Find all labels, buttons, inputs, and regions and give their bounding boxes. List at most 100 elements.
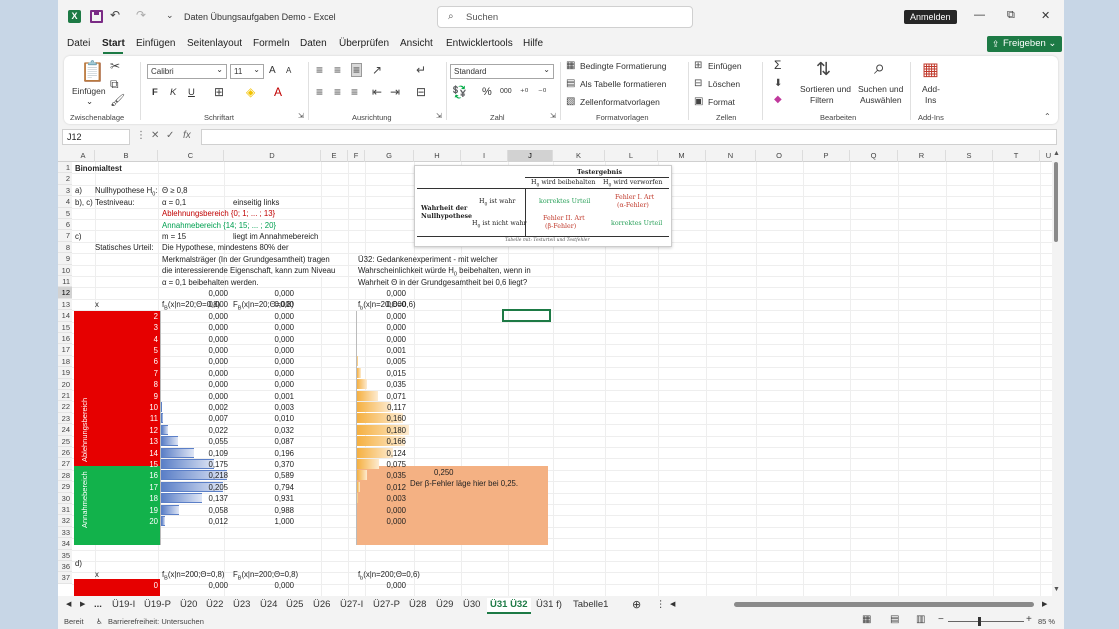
cell-x-value[interactable]: 13 <box>118 436 158 447</box>
row-header-30[interactable]: 30 <box>58 492 72 504</box>
cell-Fb-value[interactable]: 0,001 <box>258 391 294 402</box>
row-header-27[interactable]: 27 <box>58 458 72 470</box>
row-header-13[interactable]: 13 <box>58 298 72 311</box>
cell-Fb-value[interactable]: 0,003 <box>258 402 294 413</box>
conditional-format-button[interactable]: Bedingte Formatierung <box>580 61 666 71</box>
cell-Fb-value[interactable]: 0,000 <box>258 345 294 356</box>
row-header-36[interactable]: 36 <box>58 561 72 573</box>
cell-c4[interactable]: α = 0,1 <box>162 197 186 208</box>
cell-fb-value[interactable]: 0,218 <box>188 470 228 481</box>
cell-a7[interactable]: c) <box>75 231 82 242</box>
sheet-tab-u19-i[interactable]: Ü19-I <box>112 598 135 612</box>
normal-view-icon[interactable]: ▦ <box>862 614 871 625</box>
column-header-k[interactable]: K <box>553 150 605 162</box>
cell-fb06-value[interactable]: 0,000 <box>368 322 406 333</box>
cell-x-value[interactable]: 3 <box>118 322 158 333</box>
delete-cells-icon[interactable]: ⊟ <box>694 78 702 90</box>
row-header-12[interactable]: 12 <box>58 287 72 299</box>
border-icon[interactable]: ⊞ <box>214 86 224 98</box>
accounting-format-icon[interactable]: 💱 <box>452 86 467 98</box>
cell-Fb-value[interactable]: 0,589 <box>258 470 294 481</box>
cell-Fb-value[interactable]: 0,988 <box>258 505 294 516</box>
shrink-font-button[interactable]: A <box>286 66 291 75</box>
italic-button[interactable]: K <box>170 87 176 98</box>
cell-fb-value[interactable]: 0,000 <box>188 356 228 367</box>
tab-start[interactable]: Start <box>102 38 125 49</box>
column-header-h[interactable]: H <box>414 150 461 162</box>
row-header-10[interactable]: 10 <box>58 264 72 276</box>
cell-Fb-value[interactable]: 0,794 <box>258 482 294 493</box>
add-sheet-icon[interactable]: ⊕ <box>632 598 641 612</box>
cell-fb-value[interactable]: 0,007 <box>188 413 228 424</box>
cell-c3[interactable]: Θ ≥ 0,8 <box>162 185 188 196</box>
collapse-ribbon-icon[interactable]: ⌃ <box>1044 111 1051 123</box>
cell-fb06-value[interactable]: 0,035 <box>368 470 406 481</box>
sheet-tab-u29[interactable]: Ü29 <box>436 598 453 612</box>
cell-fb06-value[interactable]: 0,075 <box>368 459 406 470</box>
increase-decimal-icon[interactable]: ⁺⁰ <box>520 86 528 98</box>
cell-fb-value[interactable]: 0,000 <box>188 311 228 322</box>
column-header-f[interactable]: F <box>348 150 365 162</box>
cell-c7[interactable]: m = 15 <box>162 231 186 242</box>
cell-fb-value[interactable]: 0,109 <box>188 448 228 459</box>
row-header-15[interactable]: 15 <box>58 321 72 333</box>
cell-fb-value[interactable]: 0,205 <box>188 482 228 493</box>
next-sheet-icon[interactable]: ▶ <box>80 598 85 612</box>
sheet-tab-u31-f[interactable]: Ü31 f) <box>536 598 562 612</box>
sort-filter-label[interactable]: Sortieren und <box>800 84 851 94</box>
cell-fb06-value[interactable]: 0,117 <box>368 402 406 413</box>
column-header-j[interactable]: J <box>508 150 553 162</box>
underline-button[interactable]: U <box>188 87 195 98</box>
copy-icon[interactable]: ⧉ <box>110 78 119 90</box>
row-header-19[interactable]: 19 <box>58 367 72 379</box>
align-left-icon[interactable]: ≡ <box>316 86 323 98</box>
sheet-tab-u28[interactable]: Ü28 <box>409 598 426 612</box>
hscroll-right-icon[interactable]: ▶ <box>1042 598 1047 612</box>
sheet-tab-u31-u32[interactable]: Ü31 Ü32 <box>487 598 531 614</box>
column-header-o[interactable]: O <box>756 150 803 162</box>
column-header-g[interactable]: G <box>365 150 414 162</box>
column-header-i[interactable]: I <box>461 150 508 162</box>
align-top-icon[interactable]: ≡ <box>316 64 323 76</box>
cell-fb06-value[interactable]: 0,166 <box>368 436 406 447</box>
cell-fb-value[interactable]: 0,012 <box>188 516 228 527</box>
cell-fb06-value[interactable]: 0,000 <box>368 288 406 299</box>
cell-fb-value[interactable]: 0,000 <box>188 334 228 345</box>
clear-icon[interactable]: ◆ <box>774 94 782 106</box>
row-header-17[interactable]: 17 <box>58 344 72 356</box>
cell-d7[interactable]: liegt im Annahmebereich <box>233 231 318 242</box>
cell-x-value[interactable]: 18 <box>118 493 158 504</box>
cell-a4[interactable]: b), c) <box>75 197 93 208</box>
cell-Fb-value[interactable]: 0,000 <box>258 311 294 322</box>
alignment-dialog-launcher-icon[interactable]: ⇲ <box>436 111 442 123</box>
cell-x-value[interactable]: 4 <box>118 334 158 345</box>
redo-icon[interactable]: ↷ <box>136 8 146 22</box>
row-header-32[interactable]: 32 <box>58 515 72 527</box>
row-header-1[interactable]: 1 <box>58 162 72 174</box>
cell-Fb-value[interactable]: 0,000 <box>258 288 294 299</box>
row-header-22[interactable]: 22 <box>58 401 72 413</box>
tab-formeln[interactable]: Formeln <box>253 38 290 49</box>
cell-x-value[interactable]: 16 <box>118 470 158 481</box>
cell-Fb-value[interactable]: 0,196 <box>258 448 294 459</box>
font-size-select[interactable]: 11 <box>230 63 264 79</box>
cell-x-value[interactable]: 15 <box>118 459 158 470</box>
cell-fb06-value[interactable]: 0,012 <box>368 482 406 493</box>
cell-c8-line2[interactable]: Merkmalsträger (In der Grundgesamtheit) … <box>162 254 330 265</box>
sheet-tab-u26[interactable]: Ü26 <box>313 598 330 612</box>
row-header-8[interactable]: 8 <box>58 241 72 254</box>
tab-hilfe[interactable]: Hilfe <box>523 38 543 49</box>
cell-fb06-value[interactable]: 0,001 <box>368 345 406 356</box>
column-header-p[interactable]: P <box>803 150 850 162</box>
cell-b35[interactable]: x <box>95 569 99 580</box>
column-header-b[interactable]: B <box>95 150 158 162</box>
cell-Fb-value[interactable]: 0,000 <box>258 368 294 379</box>
row-header-25[interactable]: 25 <box>58 435 72 447</box>
column-header-l[interactable]: L <box>605 150 658 162</box>
cell-fb06-value[interactable]: 0,005 <box>368 356 406 367</box>
cell-fb-value[interactable]: 0,055 <box>188 436 228 447</box>
tab-ueberpruefen[interactable]: Überprüfen <box>339 38 389 49</box>
cell-h27[interactable]: Der β-Fehler läge hier bei 0,25. <box>410 478 518 489</box>
row-header-3[interactable]: 3 <box>58 184 72 197</box>
cell-x-value[interactable]: 7 <box>118 368 158 379</box>
